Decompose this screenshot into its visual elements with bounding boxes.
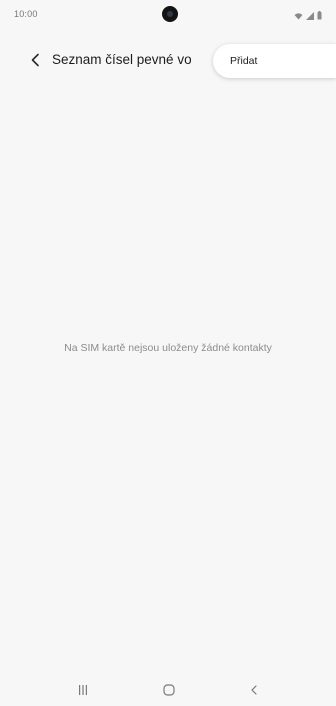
menu-item-add[interactable]: Přidat xyxy=(230,55,257,67)
home-icon xyxy=(162,683,176,702)
signal-icon xyxy=(306,7,314,25)
popup-menu: Přidat xyxy=(213,44,336,78)
page-title: Seznam čísel pevné vo xyxy=(52,52,192,67)
back-button[interactable] xyxy=(26,50,46,70)
battery-icon xyxy=(317,7,322,25)
status-bar: 10:00 xyxy=(0,0,336,24)
recent-apps-icon xyxy=(77,683,89,701)
wifi-icon xyxy=(294,7,303,25)
recent-apps-button[interactable] xyxy=(71,682,95,702)
back-icon xyxy=(248,683,260,701)
status-icons xyxy=(294,7,322,25)
camera-cutout xyxy=(162,6,178,22)
navigation-bar xyxy=(0,676,336,706)
chevron-left-icon xyxy=(26,53,46,74)
status-time: 10:00 xyxy=(14,9,38,19)
empty-state-message: Na SIM kartě nejsou uloženy žádné kontak… xyxy=(64,342,272,354)
home-button[interactable] xyxy=(157,682,181,702)
system-back-button[interactable] xyxy=(242,682,266,702)
